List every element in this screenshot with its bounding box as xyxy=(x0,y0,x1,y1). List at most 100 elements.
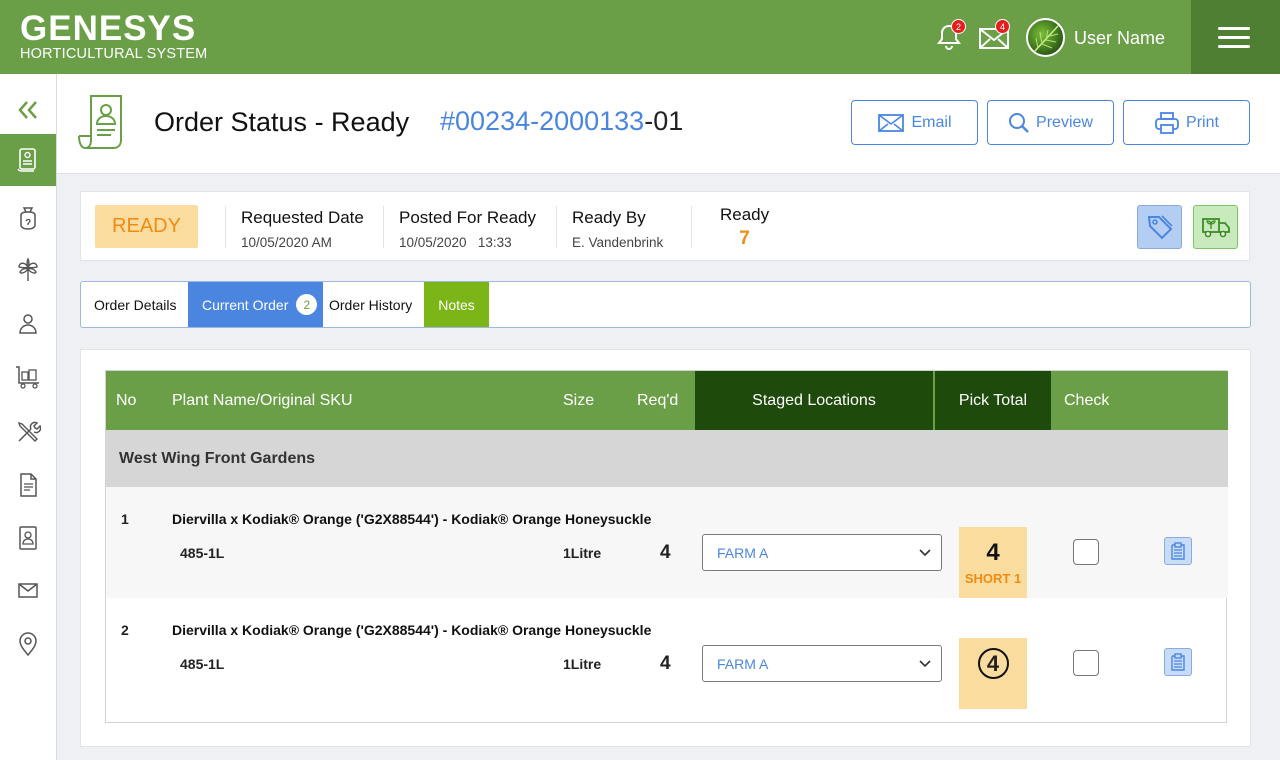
tools-icon xyxy=(17,421,41,442)
print-button[interactable]: Print xyxy=(1123,100,1250,145)
tab-current-order[interactable]: Current Order 2 xyxy=(188,282,323,327)
menu-bar xyxy=(1218,27,1250,30)
posted-for-ready-value: 10/05/2020 13:33 xyxy=(399,235,512,250)
pick-total-cell[interactable]: 4 xyxy=(959,638,1027,709)
plant-size: 1Litre xyxy=(563,656,602,672)
tab-order-details-label: Order Details xyxy=(94,296,177,313)
table-header: No Plant Name/Original SKU Size Req'd St… xyxy=(106,371,1228,430)
tab-order-history-label: Order History xyxy=(329,296,413,313)
pick-total-value: 4 xyxy=(986,539,1000,566)
sidebar-item-user[interactable] xyxy=(0,298,56,350)
order-items-table: No Plant Name/Original SKU Size Req'd St… xyxy=(105,370,1228,723)
document-icon xyxy=(20,473,37,497)
page-header: Order Status - Ready #00234-2000133-01 E… xyxy=(57,74,1280,174)
order-list-icon xyxy=(17,148,36,172)
cart-icon xyxy=(16,366,39,389)
order-number-suffix: -01 xyxy=(644,106,684,136)
sidebar-item-tools[interactable] xyxy=(0,406,56,458)
status-badge: READY xyxy=(95,205,198,248)
divider xyxy=(225,206,226,248)
staged-location-value: FARM A xyxy=(717,544,769,561)
sidebar-item-cart[interactable] xyxy=(0,351,56,403)
check-checkbox[interactable] xyxy=(1073,539,1099,565)
requested-date-field: Requested Date 10/05/2020 AM xyxy=(241,208,364,250)
ready-count-field: Ready 7 xyxy=(720,205,769,250)
tab-order-history[interactable]: Order History xyxy=(323,282,424,327)
notifications-button[interactable]: 2 xyxy=(934,19,966,54)
ready-count-label: Ready xyxy=(720,205,770,224)
order-items-card: No Plant Name/Original SKU Size Req'd St… xyxy=(80,349,1251,747)
tag-icon xyxy=(1147,215,1173,240)
hamburger-menu-button[interactable] xyxy=(1191,0,1280,74)
tab-order-details[interactable]: Order Details xyxy=(81,282,188,327)
email-button-label: Email xyxy=(911,113,952,131)
preview-button[interactable]: Preview xyxy=(987,100,1114,145)
order-number-prefix: #00234-2000133 xyxy=(440,106,645,136)
user-name[interactable]: User Name xyxy=(1074,28,1165,49)
tab-notes[interactable]: Notes xyxy=(424,282,489,327)
sidebar-item-locations[interactable] xyxy=(0,618,56,670)
menu-bar xyxy=(1218,45,1250,48)
messages-button[interactable]: 4 xyxy=(978,19,1010,54)
avatar[interactable] xyxy=(1026,18,1065,57)
pick-total-value: 4 xyxy=(977,648,1009,679)
contact-book-icon xyxy=(19,526,37,550)
double-chevron-left-icon xyxy=(18,101,37,119)
posted-for-ready-field: Posted For Ready 10/05/2020 13:33 xyxy=(399,208,536,250)
sidebar-item-orders[interactable] xyxy=(0,134,56,186)
plant-sku: 485-1L xyxy=(180,656,225,672)
notifications-badge: 2 xyxy=(951,19,966,34)
tab-notes-label: Notes xyxy=(438,296,475,313)
staged-location-select[interactable]: FARM A xyxy=(702,534,942,571)
page-title: Order Status - Ready xyxy=(154,107,410,137)
column-header-size: Size xyxy=(563,391,595,409)
location-pin-icon xyxy=(19,632,37,657)
order-status-card: READY Requested Date 10/05/2020 AM Poste… xyxy=(80,191,1250,261)
staged-location-value: FARM A xyxy=(717,655,769,672)
short-quantity-label: SHORT 1 xyxy=(964,571,1022,586)
plant-truck-icon xyxy=(1201,218,1230,238)
order-tabs: Order Details Current Order 2 Order Hist… xyxy=(80,281,1251,328)
location-group-header: West Wing Front Gardens xyxy=(106,430,1228,487)
pick-total-cell[interactable]: 4 SHORT 1 xyxy=(959,527,1027,598)
column-header-reqd: Req'd xyxy=(637,391,679,409)
preview-button-label: Preview xyxy=(1036,113,1093,131)
sidebar-item-bag[interactable] xyxy=(0,192,56,244)
staged-location-select[interactable]: FARM A xyxy=(702,645,942,682)
mail-icon xyxy=(18,583,38,598)
ready-by-label: Ready By xyxy=(572,208,646,227)
plant-icon xyxy=(18,257,38,281)
envelope-icon xyxy=(878,113,905,132)
clipboard-icon xyxy=(1171,542,1185,560)
column-header-no: No xyxy=(116,391,137,409)
tag-button[interactable] xyxy=(1137,205,1182,249)
sidebar xyxy=(0,74,57,760)
clipboard-icon xyxy=(1171,653,1185,671)
tab-current-order-count: 2 xyxy=(296,294,318,315)
row-number: 1 xyxy=(121,511,129,527)
check-checkbox[interactable] xyxy=(1073,650,1099,676)
sidebar-collapse-button[interactable] xyxy=(0,84,56,136)
required-quantity: 4 xyxy=(660,542,671,563)
sidebar-item-contacts[interactable] xyxy=(0,512,56,564)
divider xyxy=(383,206,384,248)
sidebar-item-plants[interactable] xyxy=(0,244,56,296)
plant-size: 1Litre xyxy=(563,545,602,561)
row-details-button[interactable] xyxy=(1164,537,1192,565)
divider xyxy=(691,206,692,248)
row-number: 2 xyxy=(121,622,129,638)
printer-icon xyxy=(1155,111,1179,134)
delivery-truck-button[interactable] xyxy=(1193,205,1238,249)
posted-for-ready-label: Posted For Ready xyxy=(399,208,537,227)
sidebar-item-documents[interactable] xyxy=(0,459,56,511)
table-row: 2 Diervilla x Kodiak® Orange ('G2X88544'… xyxy=(106,598,1228,709)
email-button[interactable]: Email xyxy=(851,100,978,145)
required-quantity: 4 xyxy=(660,653,671,674)
requested-date-label: Requested Date xyxy=(241,208,364,227)
column-header-staged-locations: Staged Locations xyxy=(695,371,933,430)
sidebar-item-mail[interactable] xyxy=(0,564,56,616)
column-header-plant: Plant Name/Original SKU xyxy=(172,391,353,409)
app-logo[interactable]: GENESYS HORTICULTURAL SYSTEM xyxy=(20,11,207,62)
plant-sku: 485-1L xyxy=(180,545,225,561)
row-details-button[interactable] xyxy=(1164,648,1192,676)
